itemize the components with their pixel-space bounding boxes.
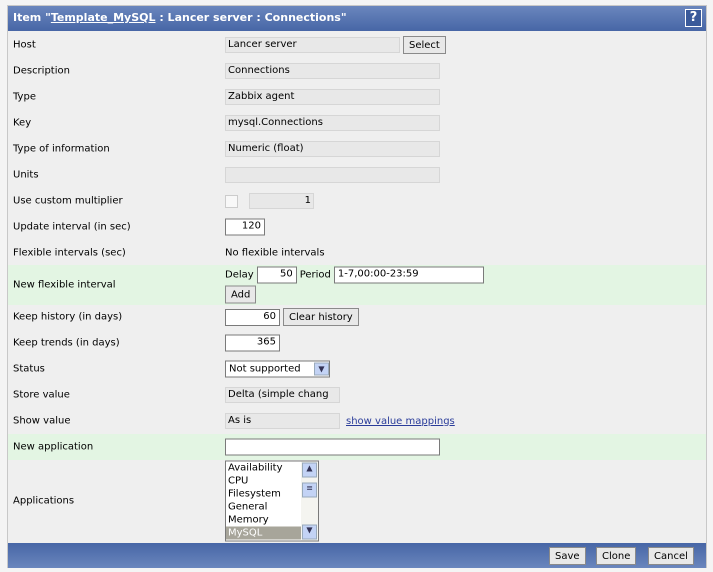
description-field: Connections [225, 63, 440, 79]
list-item[interactable]: Filesystem [226, 488, 301, 501]
keep-trends-label: Keep trends (in days) [13, 337, 120, 349]
type-field: Zabbix agent [225, 89, 440, 105]
list-item[interactable]: Availability [226, 462, 301, 475]
key-field: mysql.Connections [225, 115, 440, 131]
type-label: Type [13, 91, 36, 103]
update-interval-input[interactable]: 120 [225, 218, 265, 236]
item-form: Item "Template_MySQL : Lancer server : C… [7, 5, 707, 568]
scroll-up-icon[interactable]: ▲ [302, 462, 317, 478]
applications-label: Applications [13, 495, 75, 507]
host-label: Host [13, 39, 36, 51]
show-value-label: Show value [13, 415, 71, 427]
flexible-intervals-value: No flexible intervals [225, 247, 325, 259]
description-label: Description [13, 65, 70, 77]
status-select[interactable]: Not supported ▼ [225, 360, 330, 378]
scroll-thumb[interactable]: ≡ [302, 482, 317, 498]
key-label: Key [13, 117, 32, 129]
add-flexible-button[interactable]: Add [225, 285, 257, 304]
units-label: Units [13, 169, 39, 181]
multiplier-checkbox[interactable] [225, 194, 238, 208]
clear-history-button[interactable]: Clear history [283, 308, 359, 326]
chevron-down-icon: ▼ [314, 362, 329, 376]
new-flexible-interval-label: New flexible interval [13, 279, 116, 291]
update-interval-label: Update interval (in sec) [13, 221, 131, 233]
show-value-mappings-link[interactable]: show value mappings [346, 416, 455, 427]
new-application-input[interactable] [225, 438, 440, 456]
delay-label: Delay [225, 269, 254, 281]
store-value-label: Store value [13, 389, 70, 401]
type-of-information-field: Numeric (float) [225, 141, 440, 157]
help-icon[interactable]: ? [685, 9, 702, 27]
type-of-information-label: Type of information [13, 143, 110, 155]
list-item-selected[interactable]: MySQL [226, 526, 301, 540]
show-value-field: As is [225, 413, 340, 429]
keep-history-label: Keep history (in days) [13, 311, 123, 323]
select-host-button[interactable]: Select [403, 36, 446, 54]
period-input[interactable]: 1-7,00:00-23:59 [333, 266, 484, 284]
keep-trends-input[interactable]: 365 [225, 334, 280, 352]
cancel-button[interactable]: Cancel [648, 547, 694, 565]
status-label: Status [13, 363, 45, 375]
scroll-down-icon[interactable]: ▼ [302, 524, 317, 540]
list-item[interactable]: General [226, 501, 301, 514]
host-field: Lancer server [225, 37, 400, 53]
delay-input[interactable]: 50 [256, 266, 297, 284]
store-value-field: Delta (simple chang [225, 387, 340, 403]
list-item[interactable]: CPU [226, 475, 301, 488]
clone-button[interactable]: Clone [596, 547, 637, 565]
flexible-intervals-label: Flexible intervals (sec) [13, 247, 126, 259]
multiplier-label: Use custom multiplier [13, 195, 123, 207]
list-item[interactable]: Memory [226, 514, 301, 527]
save-button[interactable]: Save [549, 547, 586, 565]
form-header: Item "Template_MySQL : Lancer server : C… [8, 6, 706, 31]
template-link[interactable]: Template_MySQL [51, 11, 156, 24]
units-field [225, 167, 440, 183]
new-application-label: New application [13, 441, 94, 453]
multiplier-field: 1 [249, 193, 314, 209]
keep-history-input[interactable]: 60 [225, 308, 280, 326]
form-footer: Save Clone Cancel [8, 543, 706, 568]
period-label: Period [299, 269, 331, 281]
applications-listbox[interactable]: Availability CPU Filesystem General Memo… [225, 460, 319, 542]
scrollbar[interactable]: ▲ ≡ ▼ [301, 461, 318, 541]
